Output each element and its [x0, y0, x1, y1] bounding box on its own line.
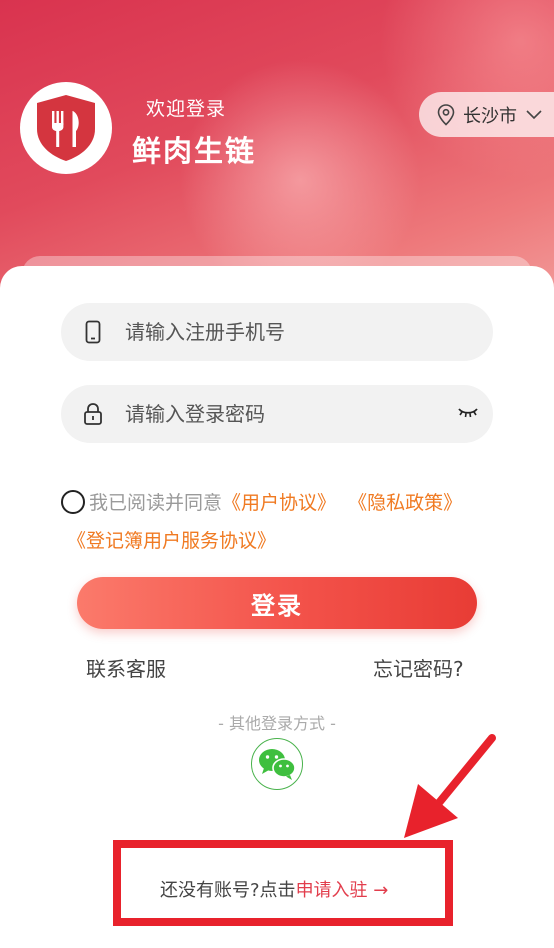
password-input[interactable]: [125, 402, 435, 426]
service-agreement-link[interactable]: 《登记簿用户服务协议》: [67, 530, 276, 552]
lock-icon: [84, 403, 102, 425]
apply-join-link[interactable]: 申请入驻: [296, 880, 368, 901]
brand-name: 鲜肉生链: [132, 134, 257, 168]
location-pin-icon: [437, 103, 455, 126]
agree-checkbox[interactable]: [61, 490, 85, 514]
city-selector[interactable]: 长沙市: [419, 92, 554, 137]
phone-field[interactable]: [61, 303, 493, 361]
eye-closed-icon: [458, 408, 478, 418]
fork-knife-shield-icon: [37, 95, 95, 161]
wechat-icon: [259, 749, 296, 780]
login-button[interactable]: 登录: [77, 577, 477, 629]
contact-support-link[interactable]: 联系客服: [86, 653, 166, 682]
app-logo: [20, 82, 112, 174]
password-field[interactable]: [61, 385, 493, 443]
city-label: 长沙市: [463, 105, 517, 127]
toggle-password-button[interactable]: [457, 404, 479, 423]
agreement-block: 我已阅读并同意《用户协议》 《隐私政策》《登记簿用户服务协议》: [61, 484, 501, 560]
forgot-password-link[interactable]: 忘记密码?: [373, 653, 464, 682]
chevron-down-icon: [526, 109, 542, 119]
welcome-text: 欢迎登录: [146, 98, 227, 120]
user-agreement-link[interactable]: 《用户协议》: [222, 492, 336, 514]
phone-input[interactable]: [125, 320, 435, 344]
phone-icon: [85, 320, 101, 344]
arrow-right-icon: →: [373, 880, 389, 901]
wechat-login-button[interactable]: [251, 738, 303, 790]
privacy-policy-link[interactable]: 《隐私政策》: [348, 492, 462, 514]
other-login-label: - 其他登录方式 -: [218, 714, 336, 733]
register-prompt-text: 还没有账号?点击: [160, 880, 296, 901]
register-prompt[interactable]: 还没有账号?点击申请入驻 →: [160, 876, 388, 902]
agreement-prefix: 我已阅读并同意: [89, 492, 223, 514]
annotation-arrow: [404, 734, 496, 838]
